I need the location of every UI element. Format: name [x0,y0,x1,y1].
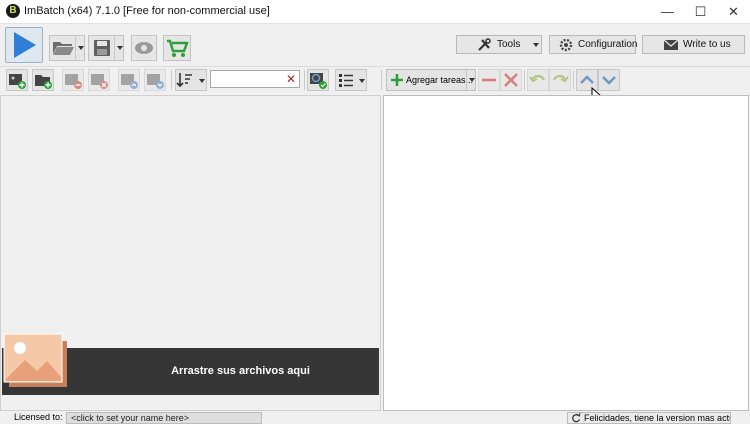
app-logo-icon: B [6,4,20,18]
write-to-us-label: Write to us [683,39,731,50]
tools-button[interactable]: Tools [456,35,542,54]
tasks-panel[interactable] [383,95,749,411]
remove-image-icon [65,74,82,89]
folder-open-icon [53,42,74,55]
view-mode-button[interactable] [335,69,367,91]
clear-tasks-button[interactable] [500,69,522,91]
add-tasks-button[interactable]: Agregar tareas... [386,69,476,91]
add-tasks-label: Agregar tareas... [406,75,474,85]
image-up-button[interactable] [118,69,140,91]
eye-icon [135,42,153,54]
window-title: ImBatch (x64) 7.1.0 [Free for non-commer… [24,5,270,17]
image-placeholder-icon [3,333,67,387]
envelope-icon [663,39,679,50]
x-icon [504,73,518,87]
add-folder-button[interactable] [32,69,54,91]
gear-icon [559,38,573,52]
sort-icon [176,73,192,88]
play-icon [14,32,36,58]
update-status: Felicidades, tiene la version mas actual [567,412,731,424]
chevron-down-icon [78,46,84,50]
shopping-cart-icon [167,39,189,57]
toolbar-separator [304,70,305,90]
undo-button[interactable] [527,69,549,91]
save-icon [94,40,110,56]
main-toolbar: Tools Configuration Write to us [0,24,750,67]
open-button[interactable] [49,35,85,61]
image-down-button[interactable] [144,69,166,91]
chevron-down-icon [117,46,123,50]
configuration-button[interactable]: Configuration [549,35,638,54]
undo-icon [529,75,546,83]
image-down-icon [147,74,164,89]
image-up-icon [121,74,138,89]
configuration-label: Configuration [578,39,638,50]
image-settings-icon [310,73,327,89]
sort-button[interactable] [175,69,207,91]
images-panel[interactable]: Arrastre sus archivos aqui [0,95,381,411]
update-status-text: Felicidades, tiene la version mas actual [584,413,731,423]
toolbar-separator [171,70,172,90]
open-dropdown[interactable] [75,35,86,61]
plus-icon [391,74,403,86]
tools-label: Tools [497,39,521,50]
add-image-icon [9,74,26,89]
list-view-icon [339,74,353,87]
clear-filter-icon[interactable]: ✕ [286,72,298,86]
image-info-button[interactable] [307,69,329,91]
license-label: Licensed to: [14,412,63,422]
redo-button[interactable] [549,69,571,91]
toolbar-separator [524,70,525,90]
remove-image-button[interactable] [62,69,84,91]
preview-button[interactable] [131,35,157,61]
chevron-down-icon [533,43,539,47]
buy-button[interactable] [163,35,191,61]
minimize-button[interactable]: — [651,0,684,23]
close-button[interactable]: ✕ [717,0,750,23]
add-image-button[interactable] [6,69,28,91]
remove-task-button[interactable] [478,69,500,91]
minus-icon [482,78,496,82]
add-folder-icon [35,75,52,89]
delete-image-icon [91,74,108,89]
redo-icon [552,75,569,83]
refresh-icon [572,413,581,423]
chevron-down-icon [359,79,365,83]
title-bar: B ImBatch (x64) 7.1.0 [Free for non-comm… [0,0,750,24]
status-bar: Licensed to: <click to set your name her… [0,411,750,424]
files-toolbar: ✕ Agregar tareas... [0,67,750,103]
save-dropdown[interactable] [114,35,125,61]
toolbar-separator [573,70,574,90]
toolbar-separator [381,70,382,90]
license-name-field[interactable]: <click to set your name here> [66,412,262,424]
save-button[interactable] [88,35,124,61]
clear-images-button[interactable] [88,69,110,91]
run-button[interactable] [5,27,43,63]
maximize-button[interactable]: ☐ [684,0,717,23]
tools-icon [478,38,491,51]
add-tasks-dropdown[interactable] [466,70,477,90]
write-to-us-button[interactable]: Write to us [642,35,745,54]
chevron-down-icon [199,79,205,83]
chevron-down-icon [469,78,475,82]
drop-zone-text: Arrastre sus archivos aqui [171,365,310,377]
